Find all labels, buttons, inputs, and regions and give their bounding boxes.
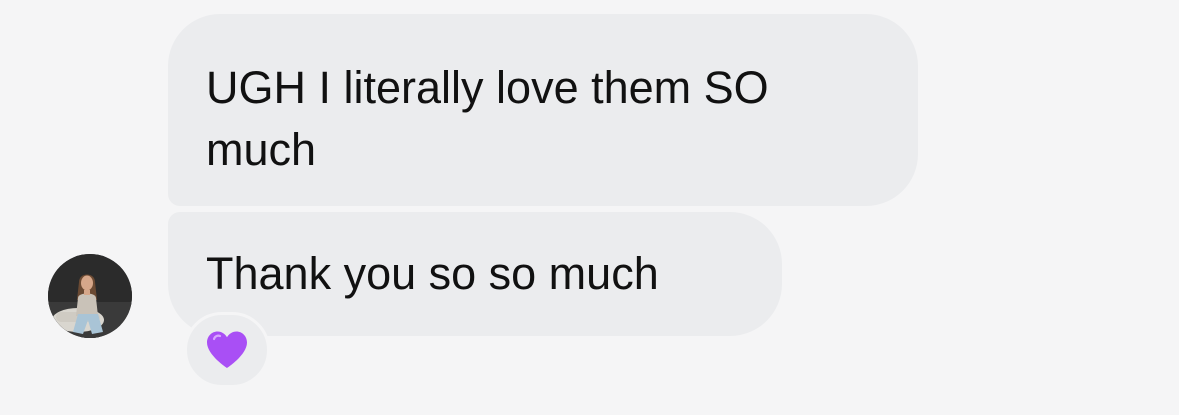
purple-heart-icon xyxy=(207,331,247,368)
message-bubble[interactable]: UGH I literally love them SO much xyxy=(168,14,918,206)
avatar[interactable] xyxy=(48,254,132,338)
message-thread: UGH I literally love them SO much Thank … xyxy=(0,0,1179,415)
message-bubble[interactable]: Thank you so so much xyxy=(168,212,782,336)
avatar-photo xyxy=(48,254,132,338)
message-text: UGH I literally love them SO much xyxy=(206,62,769,175)
message-text: Thank you so so much xyxy=(206,248,659,299)
reaction-badge[interactable] xyxy=(184,312,270,388)
